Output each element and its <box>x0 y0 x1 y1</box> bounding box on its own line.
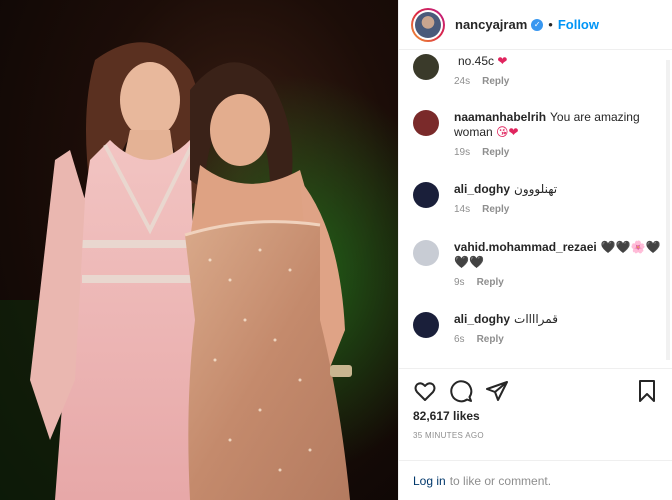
comment-item: ali_doghy قمراااات 6s Reply <box>399 312 672 345</box>
comment-meta: 24s Reply <box>454 76 672 87</box>
avatar-border <box>413 9 443 40</box>
commenter-username[interactable]: ali_doghy <box>454 312 510 326</box>
commenter-username[interactable]: naamanhabelrih <box>454 110 546 124</box>
post-header: nancyajram ✓ • Follow <box>399 0 672 50</box>
login-suffix: to like or comment. <box>449 473 552 488</box>
commenter-avatar[interactable] <box>413 312 439 338</box>
avatar-image <box>415 11 441 38</box>
reply-button[interactable]: Reply <box>482 204 509 215</box>
commenter-avatar[interactable] <box>413 182 439 208</box>
likes-count[interactable]: 82,617 likes <box>413 409 480 423</box>
comment-content: تهنلووون <box>514 182 558 196</box>
comment-item: naamanhabelrih You are amazing woman 😘❤ 1… <box>399 110 672 158</box>
commenter-avatar[interactable] <box>413 240 439 266</box>
reply-button[interactable]: Reply <box>482 147 509 158</box>
comment-item: ali_doghy تهنلووون 14s Reply <box>399 182 672 215</box>
post-actions: 82,617 likes 35 MINUTES AGO <box>399 368 672 460</box>
separator-dot: • <box>548 17 553 32</box>
comment-item: vahid.mohammad_rezaei 🖤🖤🌸🖤🖤🖤 9s Reply <box>399 240 672 288</box>
commenter-username[interactable]: ali_doghy <box>454 182 510 196</box>
comment-bubble-icon[interactable] <box>449 379 473 403</box>
comment-time: 24s <box>454 76 471 87</box>
comment-text: no.45c ❤ <box>454 54 664 69</box>
reply-button[interactable]: Reply <box>482 76 509 87</box>
like-heart-icon[interactable] <box>413 379 437 403</box>
commenter-avatar[interactable] <box>413 110 439 136</box>
comment-meta: 6s Reply <box>454 334 672 345</box>
comment-time: 9s <box>454 277 465 288</box>
comments-scrollbar[interactable] <box>666 60 670 360</box>
comment-meta: 14s Reply <box>454 204 672 215</box>
comment-content: no.45c <box>458 54 495 68</box>
comment-meta: 9s Reply <box>454 277 672 288</box>
action-icons-row <box>413 379 521 403</box>
comment-emoji: ❤ <box>497 54 508 68</box>
save-bookmark-icon[interactable] <box>635 379 659 403</box>
photo-illustration <box>0 0 398 500</box>
author-avatar[interactable] <box>411 7 445 42</box>
comment-time: 6s <box>454 334 465 345</box>
comment-item: no.45c ❤ 24s Reply <box>399 54 672 87</box>
post-photo[interactable] <box>0 0 398 500</box>
reply-button[interactable]: Reply <box>477 277 504 288</box>
post-sidebar: nancyajram ✓ • Follow no.45c ❤ 24s Reply … <box>398 0 672 500</box>
comment-time: 19s <box>454 147 471 158</box>
author-username[interactable]: nancyajram <box>455 17 527 32</box>
login-link[interactable]: Log in <box>413 474 446 488</box>
comment-meta: 19s Reply <box>454 147 672 158</box>
instagram-post: nancyajram ✓ • Follow no.45c ❤ 24s Reply … <box>0 0 672 500</box>
login-prompt: Log in to like or comment. <box>399 460 672 500</box>
comment-text: vahid.mohammad_rezaei 🖤🖤🌸🖤🖤🖤 <box>454 240 664 270</box>
reply-button[interactable]: Reply <box>477 334 504 345</box>
commenter-avatar[interactable] <box>413 54 439 80</box>
follow-button[interactable]: Follow <box>558 17 599 32</box>
comment-text: ali_doghy تهنلووون <box>454 182 664 197</box>
share-send-icon[interactable] <box>485 379 509 403</box>
post-timestamp: 35 MINUTES AGO <box>413 431 484 440</box>
comment-time: 14s <box>454 204 471 215</box>
comment-text: ali_doghy قمراااات <box>454 312 664 327</box>
comment-text: naamanhabelrih You are amazing woman 😘❤ <box>454 110 664 140</box>
comment-emoji: 😘❤ <box>496 125 519 139</box>
verified-badge-icon: ✓ <box>531 18 544 31</box>
comment-content: قمراااات <box>514 312 558 326</box>
commenter-username[interactable]: vahid.mohammad_rezaei <box>454 240 597 254</box>
comments-list[interactable]: no.45c ❤ 24s Reply naamanhabelrih You are … <box>399 50 672 368</box>
